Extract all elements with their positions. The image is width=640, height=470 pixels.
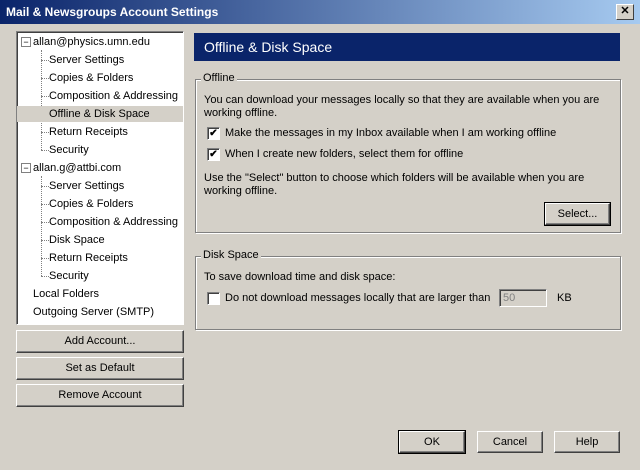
- new-folders-offline-label: When I create new folders, select them f…: [225, 148, 464, 160]
- offline-intro-line2: working offline.: [204, 107, 278, 119]
- tree-guide-line: [41, 60, 49, 61]
- tree-item-return-receipts[interactable]: Return Receipts: [49, 250, 128, 266]
- inbox-offline-label: Make the messages in my Inbox available …: [225, 127, 557, 139]
- tree-guide-line: [41, 204, 49, 205]
- account-tree[interactable]: − allan@physics.umn.edu Server Settings …: [16, 31, 184, 325]
- select-help-line1: Use the "Select" button to choose which …: [204, 172, 585, 184]
- close-icon[interactable]: ✕: [616, 4, 634, 20]
- tree-item-copies-folders[interactable]: Copies & Folders: [49, 196, 133, 212]
- tree-guide-line: [41, 240, 49, 241]
- add-account-button[interactable]: Add Account...: [16, 330, 184, 353]
- collapse-icon[interactable]: −: [21, 163, 31, 173]
- tree-item-outgoing-server[interactable]: Outgoing Server (SMTP): [33, 304, 154, 320]
- cancel-button[interactable]: Cancel: [477, 431, 543, 453]
- new-folders-offline-checkbox[interactable]: ✔: [207, 148, 220, 161]
- tree-item-composition[interactable]: Composition & Addressing: [49, 88, 178, 104]
- tree-item-offline-disk[interactable]: Offline & Disk Space: [49, 106, 150, 122]
- tree-item-copies-folders[interactable]: Copies & Folders: [49, 70, 133, 86]
- tree-item-security[interactable]: Security: [49, 268, 89, 284]
- select-help-line2: working offline.: [204, 185, 278, 197]
- tree-guide-line: [41, 176, 42, 276]
- size-limit-label: Do not download messages locally that ar…: [225, 292, 491, 304]
- disk-space-intro: To save download time and disk space:: [204, 271, 396, 283]
- tree-item-security[interactable]: Security: [49, 142, 89, 158]
- tree-guide-line: [41, 276, 49, 277]
- ok-button[interactable]: OK: [398, 430, 466, 454]
- size-limit-input[interactable]: 50: [499, 289, 547, 307]
- help-button[interactable]: Help: [554, 431, 620, 453]
- tree-item-composition[interactable]: Composition & Addressing: [49, 214, 178, 230]
- size-limit-checkbox[interactable]: [207, 292, 220, 305]
- tree-guide-line: [41, 96, 49, 97]
- page-title: Offline & Disk Space: [204, 39, 333, 55]
- tree-guide-line: [41, 50, 42, 150]
- tree-guide-line: [41, 258, 49, 259]
- tree-guide-line: [41, 132, 49, 133]
- tree-guide-line: [41, 78, 49, 79]
- panel-header: Offline & Disk Space: [194, 33, 620, 61]
- tree-guide-line: [41, 186, 49, 187]
- tree-item-return-receipts[interactable]: Return Receipts: [49, 124, 128, 140]
- tree-account-physics[interactable]: allan@physics.umn.edu: [33, 34, 150, 50]
- offline-legend: Offline: [201, 72, 237, 84]
- inbox-offline-checkbox[interactable]: ✔: [207, 127, 220, 140]
- tree-guide-line: [41, 222, 49, 223]
- tree-item-server-settings[interactable]: Server Settings: [49, 178, 124, 194]
- disk-space-legend: Disk Space: [201, 249, 261, 261]
- offline-intro-line1: You can download your messages locally s…: [204, 94, 600, 106]
- remove-account-button[interactable]: Remove Account: [16, 384, 184, 407]
- tree-item-server-settings[interactable]: Server Settings: [49, 52, 124, 68]
- title-bar: Mail & Newsgroups Account Settings ✕: [0, 0, 640, 24]
- tree-guide-line: [41, 150, 49, 151]
- set-default-button[interactable]: Set as Default: [16, 357, 184, 380]
- tree-item-local-folders[interactable]: Local Folders: [33, 286, 99, 302]
- tree-account-attbi[interactable]: allan.g@attbi.com: [33, 160, 121, 176]
- window-title: Mail & Newsgroups Account Settings: [6, 5, 219, 19]
- collapse-icon[interactable]: −: [21, 37, 31, 47]
- tree-item-disk-space[interactable]: Disk Space: [49, 232, 105, 248]
- select-button[interactable]: Select...: [544, 202, 611, 226]
- size-unit-label: KB: [557, 292, 572, 304]
